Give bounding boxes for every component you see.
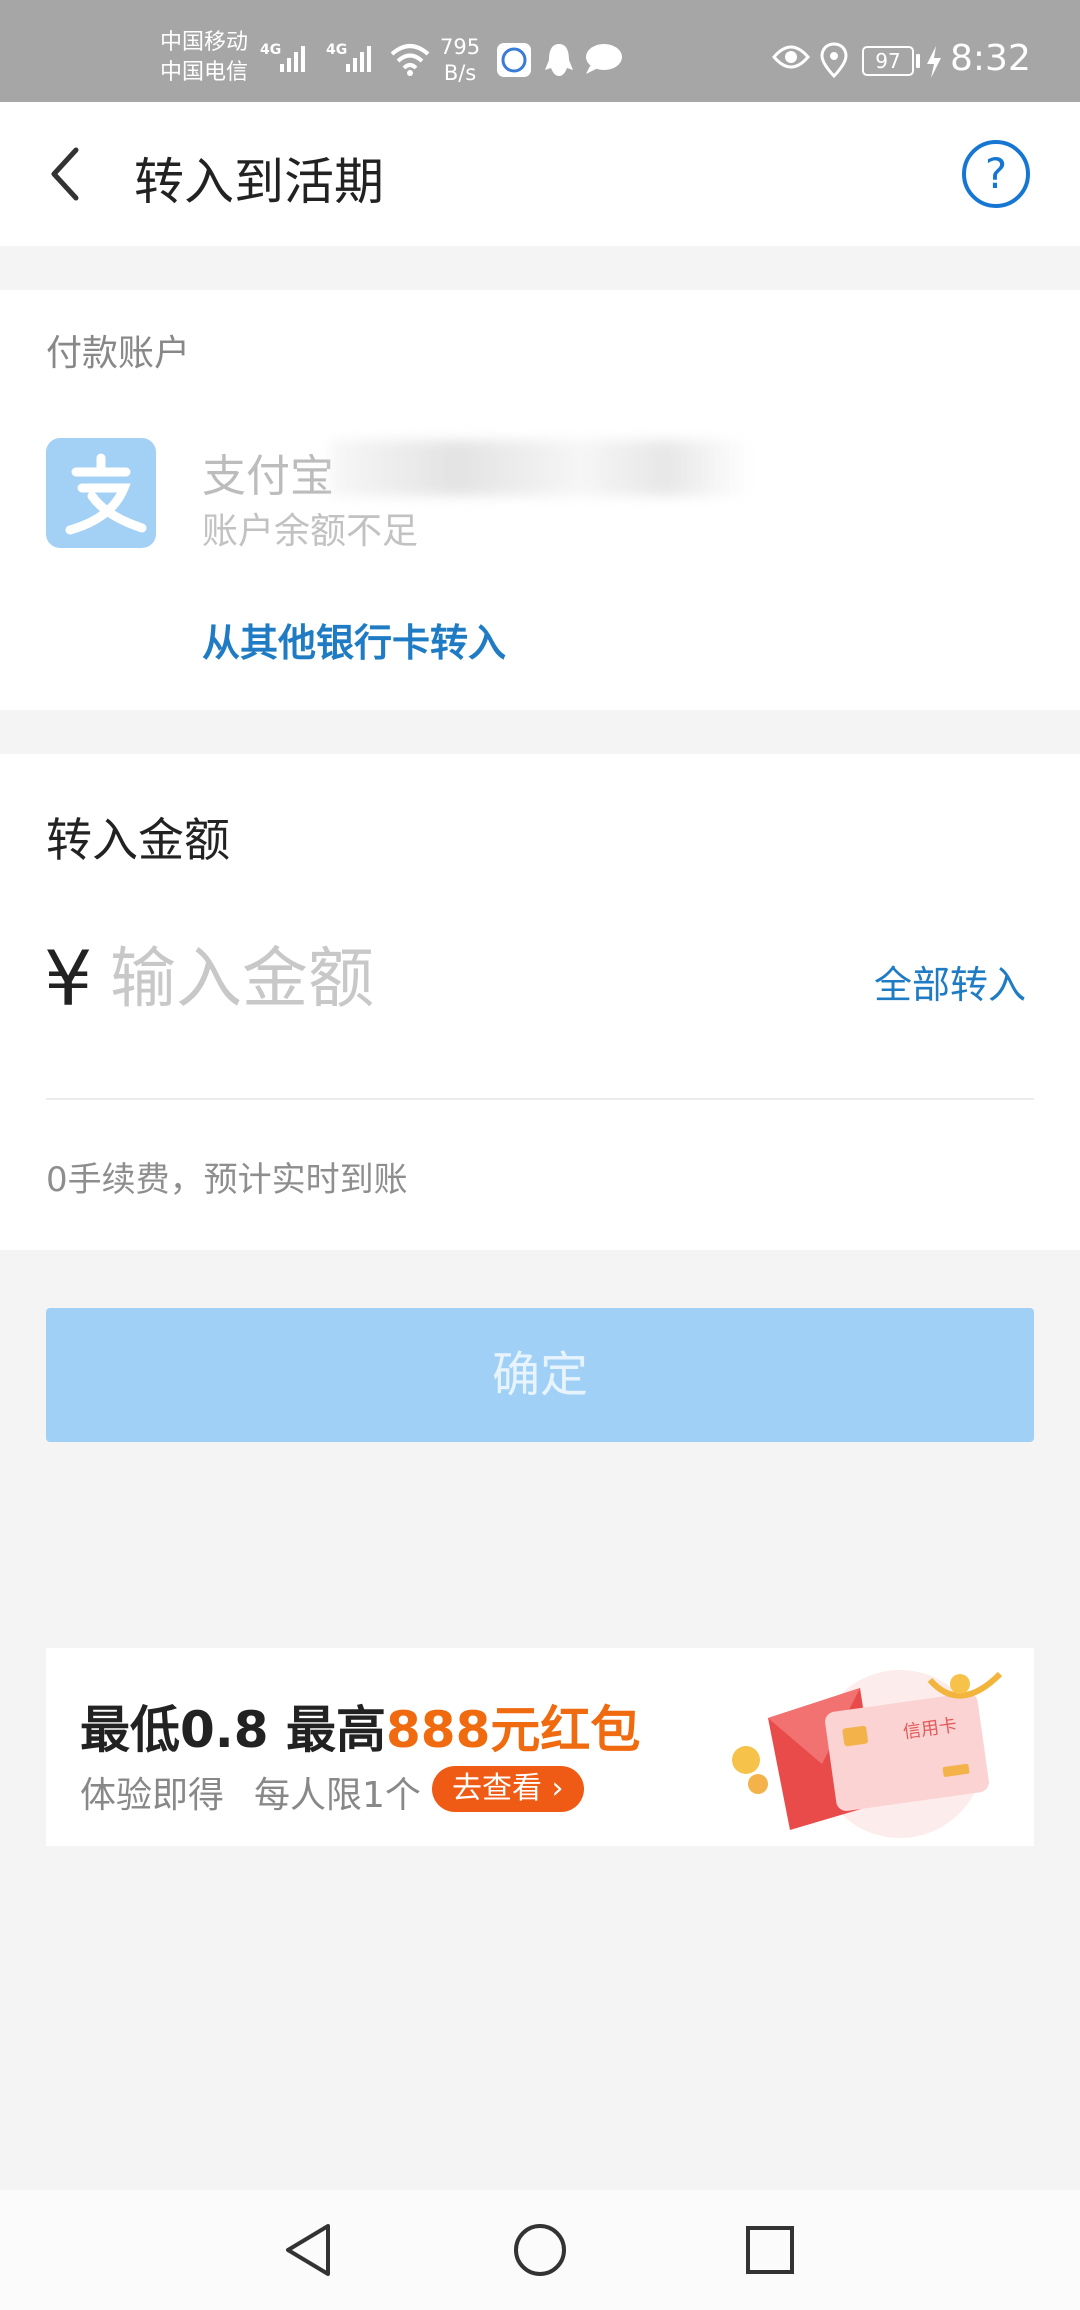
promo-title: 最低0.8 最高888元红包 <box>80 1690 640 1762</box>
transfer-amount-card: 转入金额 ¥ 全部转入 0手续费，预计实时到账 <box>0 754 1080 1250</box>
signal-icon-1 <box>280 46 305 72</box>
square-recents-icon <box>746 2226 794 2274</box>
chat-bubble-icon <box>586 44 622 74</box>
chevron-left-icon <box>51 147 79 201</box>
nav-back-button[interactable] <box>276 2218 340 2282</box>
carrier-2: 中国电信 <box>160 60 249 85</box>
promo-cta-label: 去查看 <box>452 1771 542 1806</box>
nav-recents-button[interactable] <box>738 2218 802 2282</box>
currency-symbol: ¥ <box>44 934 93 1023</box>
page-title: 转入到活期 <box>134 153 384 211</box>
help-button[interactable]: ? <box>962 140 1030 208</box>
ifly-icon <box>497 43 531 77</box>
account-balance-note: 账户余额不足 <box>202 511 419 552</box>
confirm-button[interactable]: 确定 <box>46 1308 1034 1442</box>
amount-input[interactable] <box>110 928 730 1028</box>
system-navigation-bar <box>0 2190 1080 2310</box>
promo-subtitle-2: 每人限1个 <box>254 1775 421 1816</box>
qq-icon <box>545 44 573 76</box>
promo-view-button[interactable]: 去查看 › <box>432 1766 584 1812</box>
account-number-blur <box>330 440 750 496</box>
triangle-back-icon <box>286 2224 330 2276</box>
carrier-1: 中国移动 <box>160 30 249 55</box>
fee-note: 0手续费，预计实时到账 <box>46 1160 408 1200</box>
account-name: 支付宝 <box>202 451 334 502</box>
back-button[interactable] <box>40 136 100 212</box>
clock: 8:32 <box>950 38 1031 79</box>
promo-banner[interactable]: 最低0.8 最高888元红包 体验即得 每人限1个 去查看 › 信用卡 <box>46 1648 1034 1846</box>
red-envelope-card-illustration: 信用卡 <box>732 1670 1003 1838</box>
nav-home-button[interactable] <box>508 2218 572 2282</box>
signal-icon-2 <box>346 46 371 72</box>
eye-icon <box>772 45 810 69</box>
wifi-icon <box>390 44 430 76</box>
payment-section-label: 付款账户 <box>46 333 191 374</box>
alipay-logo <box>46 438 156 548</box>
promo-subtitle-1: 体验即得 <box>80 1775 225 1816</box>
question-mark-icon: ? <box>984 149 1008 198</box>
promo-title-text: 最低0.8 最高 <box>80 1701 386 1759</box>
battery-tip <box>916 54 920 68</box>
speed-unit: B/s <box>443 61 477 85</box>
circle-home-icon <box>514 2224 566 2276</box>
location-icon <box>820 42 848 78</box>
battery-indicator: 97 <box>862 46 914 76</box>
alipay-icon <box>65 453 147 535</box>
payment-account-card: 付款账户 支付宝 账户余额不足 从其他银行卡转入 <box>0 290 1080 710</box>
promo-title-highlight: 888元红包 <box>385 1701 641 1759</box>
network-speed: 795 B/s <box>440 34 480 86</box>
carrier-names: 中国移动 中国电信 <box>160 28 248 88</box>
transfer-all-button[interactable]: 全部转入 <box>874 954 1026 1009</box>
divider <box>46 1098 1034 1100</box>
app-header: 转入到活期 ? <box>0 102 1080 246</box>
status-bar: 中国移动 中国电信 4G 4G 795 B/s 97 8:32 <box>0 0 1080 102</box>
charging-icon <box>927 46 941 78</box>
other-bank-card-link[interactable]: 从其他银行卡转入 <box>202 612 506 667</box>
amount-section-label: 转入金额 <box>46 813 230 867</box>
speed-value: 795 <box>440 35 481 59</box>
